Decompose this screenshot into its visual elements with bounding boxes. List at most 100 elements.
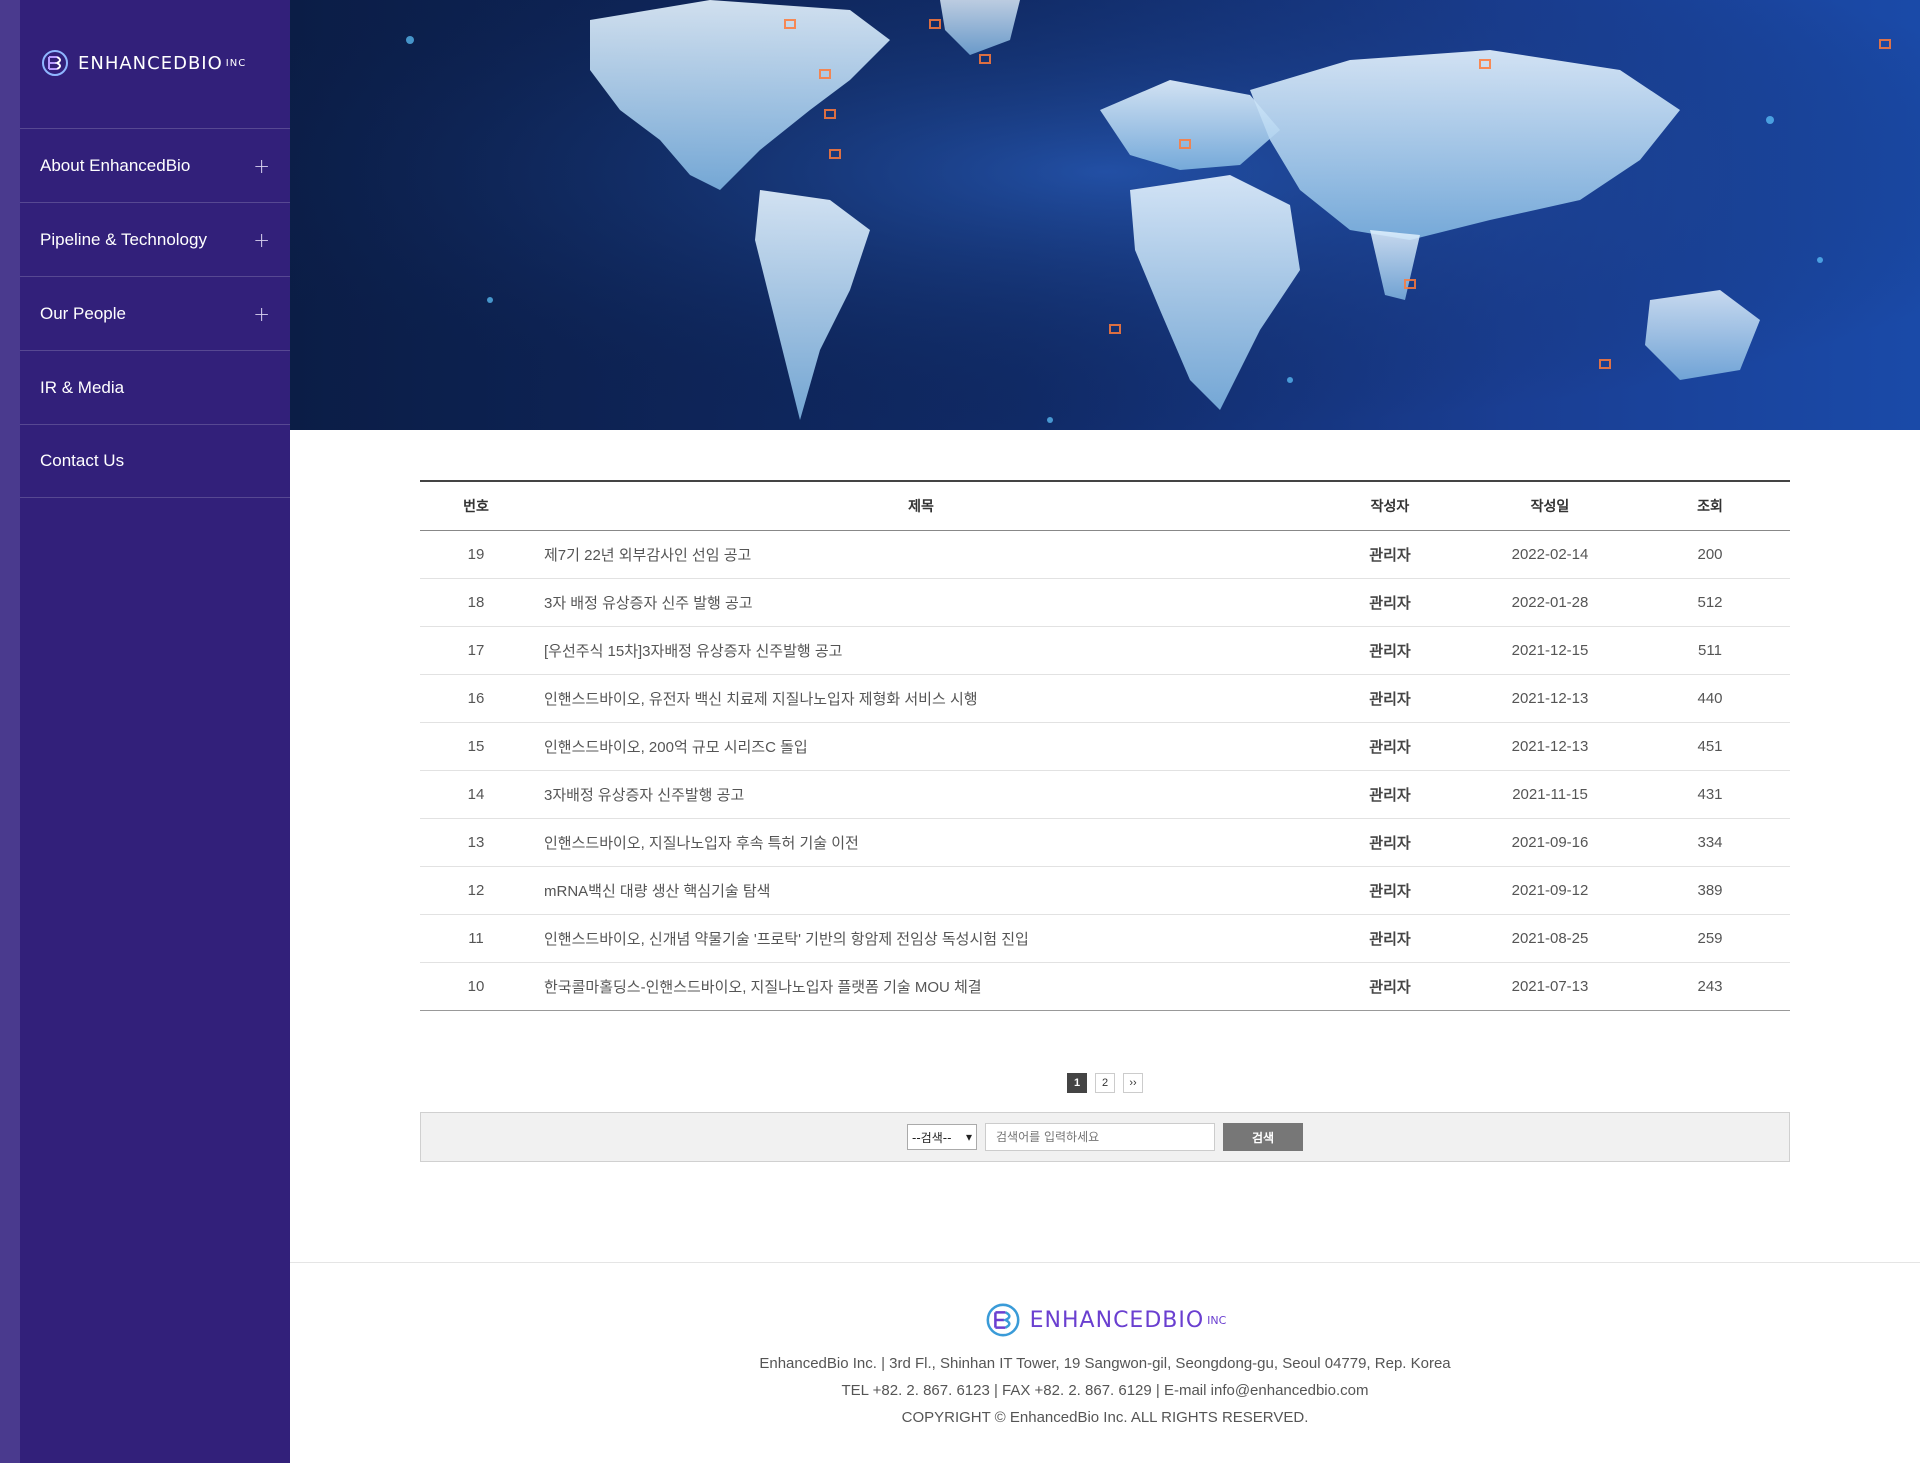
sidebar: ENHANCEDBIO INC About EnhancedBio + Pipeli… xyxy=(0,0,290,1463)
nav-item-about-enhancedbio[interactable]: About EnhancedBio + xyxy=(20,128,290,202)
cell-title[interactable]: [우선주식 15차]3자배정 유상증자 신주발행 공고 xyxy=(532,626,1310,675)
cell-author: 관리자 xyxy=(1310,578,1470,627)
cell-no: 16 xyxy=(420,674,532,723)
cell-no: 11 xyxy=(420,914,532,963)
cell-title[interactable]: 3자 배정 유상증자 신주 발행 공고 xyxy=(532,578,1310,627)
header-title: 제목 xyxy=(532,480,1310,531)
table-row: 19 제7기 22년 외부감사인 선임 공고 관리자 2022-02-14 200 xyxy=(420,530,1790,579)
notice-table: 번호 제목 작성자 작성일 조회 19 제7기 22년 외부감사인 선임 공고 관리… xyxy=(420,480,1790,1011)
table-row: 13 인핸스드바이오, 지질나노입자 후속 특허 기술 이전 관리자 2021-09-… xyxy=(420,818,1790,867)
cell-author: 관리자 xyxy=(1310,818,1470,867)
world-map-image xyxy=(290,0,1920,430)
table-body: 19 제7기 22년 외부감사인 선임 공고 관리자 2022-02-14 200 18 3… xyxy=(420,530,1790,1011)
cell-author: 관리자 xyxy=(1310,722,1470,771)
table-row: 15 인핸스드바이오, 200억 규모 시리즈C 돌입 관리자 2021-12-13 4… xyxy=(420,722,1790,771)
footer-address: EnhancedBio Inc. | 3rd Fl., Shinhan IT T… xyxy=(759,1355,1451,1372)
cell-no: 15 xyxy=(420,722,532,771)
cell-views: 511 xyxy=(1630,626,1790,675)
notice-board: 번호 제목 작성자 작성일 조회 19 제7기 22년 외부감사인 선임 공고 관리… xyxy=(420,480,1790,1011)
page-1-button[interactable]: 1 xyxy=(1067,1073,1087,1093)
cell-title[interactable]: 인핸스드바이오, 200억 규모 시리즈C 돌입 xyxy=(532,722,1310,771)
cell-no: 19 xyxy=(420,530,532,579)
cell-author: 관리자 xyxy=(1310,530,1470,579)
cell-no: 18 xyxy=(420,578,532,627)
search-bar: --검색-- ▾ 검색 xyxy=(420,1112,1790,1162)
cell-views: 451 xyxy=(1630,722,1790,771)
search-button[interactable]: 검색 xyxy=(1223,1123,1303,1151)
cell-date: 2021-11-15 xyxy=(1470,770,1630,819)
search-type-select[interactable]: --검색-- ▾ xyxy=(907,1124,977,1150)
cell-views: 512 xyxy=(1630,578,1790,627)
cell-date: 2022-01-28 xyxy=(1470,578,1630,627)
cell-title[interactable]: 제7기 22년 외부감사인 선임 공고 xyxy=(532,530,1310,579)
cell-title[interactable]: 인핸스드바이오, 유전자 백신 치료제 지질나노입자 제형화 서비스 시행 xyxy=(532,674,1310,723)
cell-date: 2021-12-13 xyxy=(1470,674,1630,723)
cell-views: 243 xyxy=(1630,962,1790,1011)
cell-views: 389 xyxy=(1630,866,1790,915)
sidebar-edge xyxy=(0,0,20,1463)
nav-item-label: About EnhancedBio xyxy=(40,155,191,175)
cell-views: 200 xyxy=(1630,530,1790,579)
header-logo[interactable]: ENHANCEDBIO INC xyxy=(40,48,246,78)
table-row: 12 mRNA백신 대량 생산 핵심기술 탐색 관리자 2021-09-12 389 xyxy=(420,866,1790,915)
header-date: 작성일 xyxy=(1470,480,1630,531)
cell-title[interactable]: 인핸스드바이오, 신개념 약물기술 '프로탁' 기반의 항암제 전임상 독성시험… xyxy=(532,914,1310,963)
header-author: 작성자 xyxy=(1310,480,1470,531)
header-no: 번호 xyxy=(420,480,532,531)
nav-item-label: IR & Media xyxy=(40,377,125,397)
cell-author: 관리자 xyxy=(1310,914,1470,963)
cell-date: 2021-09-12 xyxy=(1470,866,1630,915)
pagination: 1 2 ›› xyxy=(420,1073,1790,1093)
cell-title[interactable]: 3자배정 유상증자 신주발행 공고 xyxy=(532,770,1310,819)
cell-views: 334 xyxy=(1630,818,1790,867)
cell-no: 10 xyxy=(420,962,532,1011)
next-page-icon[interactable]: ›› xyxy=(1123,1073,1143,1093)
search-type-value: --검색-- xyxy=(912,1130,952,1145)
cell-date: 2021-07-13 xyxy=(1470,962,1630,1011)
cell-no: 17 xyxy=(420,626,532,675)
nav-item-our-people[interactable]: Our People + xyxy=(20,276,290,350)
plus-icon[interactable]: + xyxy=(253,302,270,326)
table-row: 14 3자배정 유상증자 신주발행 공고 관리자 2021-11-15 431 xyxy=(420,770,1790,819)
chevron-down-icon: ▾ xyxy=(965,1130,972,1144)
footer-brand-name: ENHANCEDBIO xyxy=(1029,1307,1205,1333)
page-2-button[interactable]: 2 xyxy=(1095,1073,1115,1093)
nav-item-contact-us[interactable]: Contact Us xyxy=(20,424,290,498)
cell-author: 관리자 xyxy=(1310,962,1470,1011)
cell-title[interactable]: mRNA백신 대량 생산 핵심기술 탐색 xyxy=(532,866,1310,915)
header-views: 조회 xyxy=(1630,480,1790,531)
table-row: 16 인핸스드바이오, 유전자 백신 치료제 지질나노입자 제형화 서비스 시행 관… xyxy=(420,674,1790,723)
brand-suffix: INC xyxy=(225,57,247,69)
cell-views: 440 xyxy=(1630,674,1790,723)
table-row: 10 한국콜마홀딩스-인핸스드바이오, 지질나노입자 플랫폼 기술 MOU 체결 관… xyxy=(420,962,1790,1011)
cell-author: 관리자 xyxy=(1310,770,1470,819)
hero-banner xyxy=(290,0,1920,430)
cell-date: 2021-12-15 xyxy=(1470,626,1630,675)
nav-item-label: Our People xyxy=(40,303,126,323)
nav-item-ir-media[interactable]: IR & Media xyxy=(20,350,290,424)
plus-icon[interactable]: + xyxy=(253,154,270,178)
cell-date: 2021-08-25 xyxy=(1470,914,1630,963)
cell-views: 259 xyxy=(1630,914,1790,963)
enhancedbio-logo-icon xyxy=(42,50,68,76)
enhancedbio-logo-icon xyxy=(986,1303,1020,1337)
cell-no: 12 xyxy=(420,866,532,915)
table-row: 17 [우선주식 15차]3자배정 유상증자 신주발행 공고 관리자 2021-12-… xyxy=(420,626,1790,675)
footer-contact: TEL +82. 2. 867. 6123 | FAX +82. 2. 867.… xyxy=(841,1382,1369,1399)
table-row: 11 인핸스드바이오, 신개념 약물기술 '프로탁' 기반의 항암제 전임상 독성… xyxy=(420,914,1790,963)
table-row: 18 3자 배정 유상증자 신주 발행 공고 관리자 2022-01-28 512 xyxy=(420,578,1790,627)
cell-title[interactable]: 한국콜마홀딩스-인핸스드바이오, 지질나노입자 플랫폼 기술 MOU 체결 xyxy=(532,962,1310,1011)
cell-author: 관리자 xyxy=(1310,866,1470,915)
footer: ENHANCEDBIO INC EnhancedBio Inc. | 3rd F… xyxy=(290,1262,1920,1464)
search-input[interactable] xyxy=(985,1123,1215,1151)
nav-item-pipeline-technology[interactable]: Pipeline & Technology + xyxy=(20,202,290,276)
cell-title[interactable]: 인핸스드바이오, 지질나노입자 후속 특허 기술 이전 xyxy=(532,818,1310,867)
cell-date: 2021-12-13 xyxy=(1470,722,1630,771)
main-nav: About EnhancedBio + Pipeline & Technology +… xyxy=(20,128,290,498)
nav-item-label: Contact Us xyxy=(40,451,125,470)
cell-views: 431 xyxy=(1630,770,1790,819)
footer-logo: ENHANCEDBIO INC xyxy=(290,1301,1920,1339)
plus-icon[interactable]: + xyxy=(253,228,270,252)
nav-item-label: Pipeline & Technology xyxy=(40,229,207,249)
table-header-row: 번호 제목 작성자 작성일 조회 xyxy=(420,480,1790,531)
